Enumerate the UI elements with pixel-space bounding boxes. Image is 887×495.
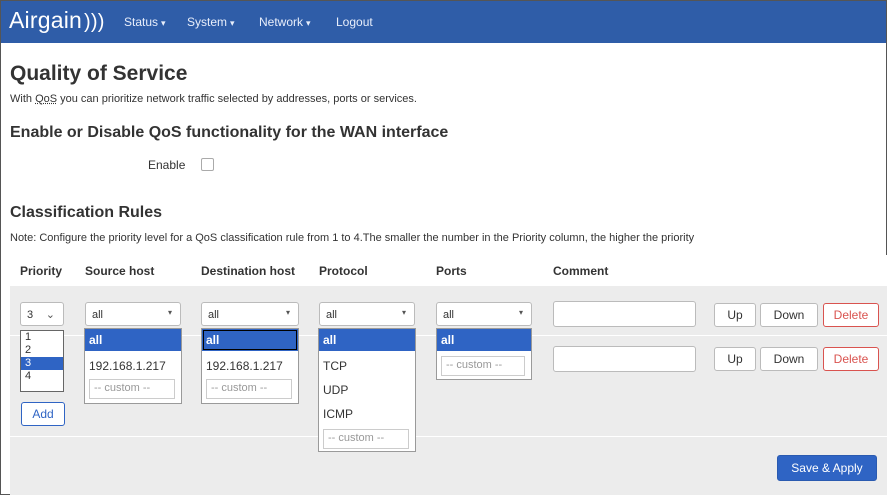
nav-system-label: System <box>187 15 228 29</box>
priority-select[interactable]: 3 ⌄ <box>20 302 64 326</box>
table-footer-row <box>10 436 887 495</box>
up-button[interactable]: Up <box>714 303 756 327</box>
caret-down-icon: ▾ <box>167 308 172 317</box>
ports-value: all <box>443 309 455 321</box>
priority-note: Note: Configure the priority level for a… <box>10 232 695 244</box>
protocol-select[interactable]: all ▾ <box>319 302 415 326</box>
caret-down-icon: ▾ <box>401 308 406 317</box>
chevron-down-icon: ▾ <box>161 18 166 28</box>
protocol-option-selected[interactable]: all <box>319 329 415 351</box>
nav-system-menu[interactable]: System ▾ <box>187 15 235 29</box>
brand-waves: ))) <box>84 11 105 33</box>
save-apply-button[interactable]: Save & Apply <box>777 455 877 481</box>
header-destination-host: Destination host <box>201 264 296 278</box>
source-option[interactable]: 192.168.1.217 <box>85 355 181 377</box>
ports-option-selected[interactable]: all <box>437 329 531 351</box>
qos-abbr: QoS <box>35 93 58 105</box>
nav-status-label: Status <box>124 15 159 29</box>
chevron-down-icon: ⌄ <box>45 309 55 321</box>
source-custom-option[interactable]: -- custom -- <box>89 379 175 399</box>
protocol-option[interactable]: ICMP <box>319 403 415 425</box>
top-navbar: Airgain))) Status ▾ System ▾ Network ▾ Logo… <box>1 1 886 43</box>
protocol-custom-option[interactable]: -- custom -- <box>323 429 409 449</box>
destination-option-selected[interactable]: all <box>202 329 298 351</box>
desc-prefix: With <box>10 93 36 105</box>
source-dropdown: all 192.168.1.217 -- custom -- <box>84 328 182 404</box>
destination-option[interactable]: 192.168.1.217 <box>202 355 298 377</box>
ports-select[interactable]: all ▾ <box>436 302 532 326</box>
down-button[interactable]: Down <box>760 347 818 371</box>
source-option-selected[interactable]: all <box>85 329 181 351</box>
up-button[interactable]: Up <box>714 347 756 371</box>
destination-dropdown: all 192.168.1.217 -- custom -- <box>201 328 299 404</box>
nav-status-menu[interactable]: Status ▾ <box>124 15 166 29</box>
page-title: Quality of Service <box>10 62 188 85</box>
header-source-host: Source host <box>85 264 155 278</box>
chevron-down-icon: ▾ <box>306 18 311 28</box>
caret-down-icon: ▾ <box>518 308 523 317</box>
chevron-down-icon: ▾ <box>230 18 235 28</box>
delete-button[interactable]: Delete <box>823 347 879 371</box>
priority-option[interactable]: 1 <box>21 331 63 344</box>
priority-option[interactable]: 4 <box>21 370 63 383</box>
add-button[interactable]: Add <box>21 402 65 426</box>
nav-network-menu[interactable]: Network ▾ <box>259 15 311 29</box>
source-value: all <box>92 309 104 321</box>
nav-logout-label: Logout <box>336 15 373 29</box>
destination-value: all <box>208 309 220 321</box>
brand-name: Airgain <box>9 7 82 33</box>
nav-network-label: Network <box>259 15 304 29</box>
protocol-dropdown: all TCP UDP ICMP -- custom -- <box>318 328 416 452</box>
priority-options-list[interactable]: 1 2 3 4 <box>20 330 64 392</box>
down-button[interactable]: Down <box>760 303 818 327</box>
destination-custom-option[interactable]: -- custom -- <box>206 379 292 399</box>
source-host-select[interactable]: all ▾ <box>85 302 181 326</box>
ports-custom-option[interactable]: -- custom -- <box>441 356 525 376</box>
page-description: With QoS you can prioritize network traf… <box>10 93 417 105</box>
protocol-value: all <box>326 309 338 321</box>
header-priority: Priority <box>20 264 63 278</box>
priority-value: 3 <box>27 309 34 321</box>
destination-host-select[interactable]: all ▾ <box>201 302 299 326</box>
enable-checkbox[interactable] <box>201 158 214 171</box>
ports-dropdown: all -- custom -- <box>436 328 532 380</box>
comment-input[interactable] <box>553 346 696 372</box>
comment-input[interactable] <box>553 301 696 327</box>
delete-button[interactable]: Delete <box>823 303 879 327</box>
brand-logo[interactable]: Airgain))) <box>9 7 105 34</box>
enable-label: Enable <box>148 158 186 172</box>
header-ports: Ports <box>436 264 467 278</box>
section-rules-title: Classification Rules <box>10 204 163 221</box>
protocol-option[interactable]: TCP <box>319 355 415 377</box>
nav-logout-link[interactable]: Logout <box>336 15 373 29</box>
caret-down-icon: ▾ <box>285 308 290 317</box>
header-comment: Comment <box>553 264 609 278</box>
desc-suffix: you can prioritize network traffic selec… <box>57 93 417 105</box>
section-enable-title: Enable or Disable QoS functionality for … <box>10 124 449 141</box>
priority-option[interactable]: 2 <box>21 344 63 357</box>
protocol-option[interactable]: UDP <box>319 379 415 401</box>
header-protocol: Protocol <box>319 264 368 278</box>
priority-option-selected[interactable]: 3 <box>21 357 63 370</box>
